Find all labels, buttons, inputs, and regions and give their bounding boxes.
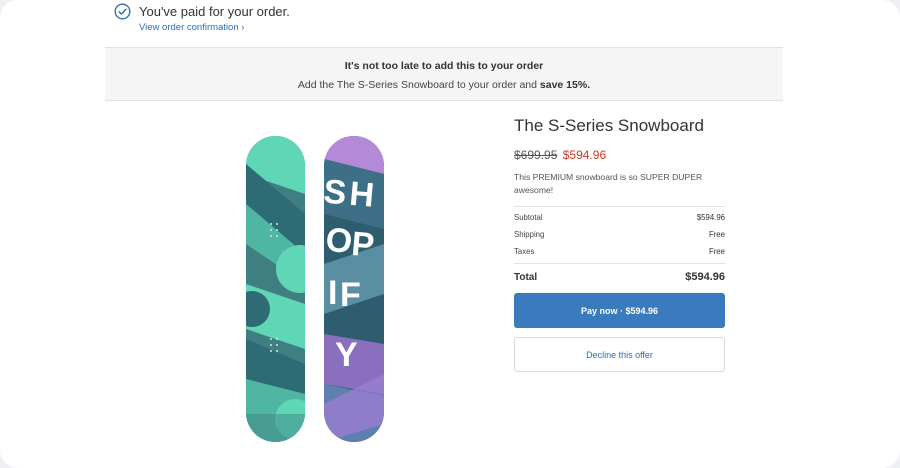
board-letter-o: O [324,221,354,261]
summary-value: Free [708,230,725,239]
product-description: This PREMIUM snowboard is so SUPER DUPER… [514,172,703,195]
offer-details: The S-Series Snowboard $699.95 $594.96 T… [514,116,725,372]
board-letter-f: F [340,276,361,314]
total-label: Total [514,271,538,283]
summary-value: Free [708,247,725,256]
check-circle-icon [114,3,131,20]
snowboard-left [246,136,305,442]
total-value: $594.96 [685,271,725,283]
original-price: $699.95 [514,148,558,162]
paid-message: You've paid for your order. [139,4,290,19]
summary-label: Shipping [514,230,545,239]
summary-row-shipping: Shipping Free [514,226,725,243]
banner-title: It's not too late to add this to your or… [344,60,544,72]
summary-value: $594.96 [696,213,725,222]
board-letter-s: S [322,173,348,213]
view-order-confirmation-link[interactable]: View order confirmation › [139,22,244,33]
price-row: $699.95 $594.96 [514,148,725,162]
banner-subtitle-text: Add the The S-Series Snowboard to your o… [297,79,540,91]
pay-now-button[interactable]: Pay now · $594.96 [514,293,725,328]
summary-label: Subtotal [514,213,543,222]
payment-confirmation: You've paid for your order. [114,3,290,20]
total-row: Total $594.96 [514,263,725,286]
board-letter-p: P [350,225,376,265]
post-purchase-page: You've paid for your order. View order c… [0,0,900,468]
snowboard-right: S H O P I F Y [322,136,384,442]
summary-label: Taxes [514,247,535,256]
product-title: The S-Series Snowboard [514,116,704,135]
board-letter-h: H [348,175,376,215]
board-letter-y: Y [335,336,358,374]
price-summary: Subtotal $594.96 Shipping Free Taxes Fre… [514,206,725,286]
summary-row-subtotal: Subtotal $594.96 [514,209,725,226]
banner-discount: save 15%. [539,79,591,91]
board-letter-i: I [328,274,337,312]
banner-subtitle: Add the The S-Series Snowboard to your o… [105,79,783,91]
summary-row-taxes: Taxes Free [514,243,725,260]
decline-offer-button[interactable]: Decline this offer [514,337,725,372]
upsell-banner: It's not too late to add this to your or… [105,47,783,101]
sale-price: $594.96 [562,148,607,162]
snowboard-image: S H O P I F Y [246,136,384,442]
